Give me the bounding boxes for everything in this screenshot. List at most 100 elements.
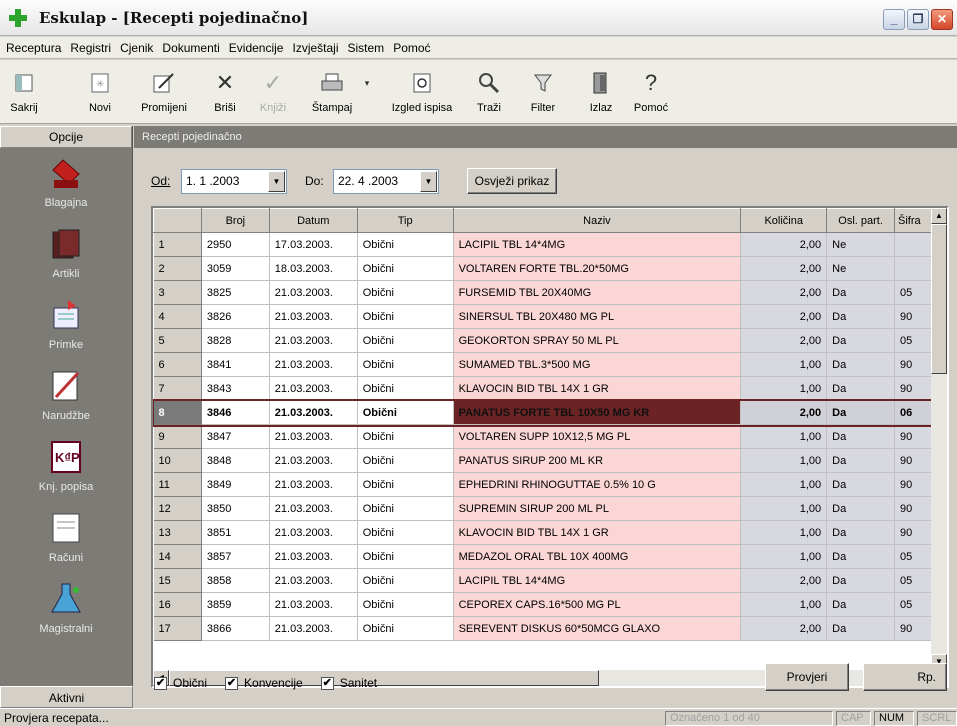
row-number[interactable]: 13 bbox=[153, 520, 202, 545]
osl-part-cell[interactable]: Da bbox=[826, 304, 895, 329]
tip-cell[interactable]: Obični bbox=[357, 592, 454, 617]
header-tip[interactable]: Tip bbox=[356, 208, 454, 233]
sifra-cell[interactable]: 90 bbox=[894, 496, 933, 521]
row-number[interactable]: 1 bbox=[153, 232, 202, 257]
broj-cell[interactable]: 3828 bbox=[201, 328, 270, 353]
datum-cell[interactable]: 18.03.2003. bbox=[269, 256, 358, 281]
menu-evidencije[interactable]: Evidencije bbox=[229, 41, 284, 55]
table-row[interactable]: 14 3857 21.03.2003. Obični MEDAZOL ORAL TBL … bbox=[153, 544, 933, 569]
sifra-cell[interactable]: 05 bbox=[894, 280, 933, 305]
sifra-cell[interactable]: 90 bbox=[894, 376, 933, 401]
table-row[interactable]: 6 3841 21.03.2003. Obični SUMAMED TBL.3*500 … bbox=[153, 352, 933, 377]
trazi-button[interactable]: Traži bbox=[466, 68, 512, 120]
row-number[interactable]: 5 bbox=[153, 328, 202, 353]
osl-part-cell[interactable]: Da bbox=[826, 496, 895, 521]
naziv-cell[interactable]: SUPREMIN SIRUP 200 ML PL bbox=[453, 496, 742, 521]
naziv-cell[interactable]: SINERSUL TBL 20X480 MG PL bbox=[453, 304, 742, 329]
broj-cell[interactable]: 3059 bbox=[201, 256, 270, 281]
header-osl-part[interactable]: Osl. part. bbox=[826, 208, 895, 233]
sifra-cell[interactable]: 90 bbox=[894, 472, 933, 497]
kolicina-cell[interactable]: 1,00 bbox=[740, 544, 828, 569]
sifra-cell[interactable]: 05 bbox=[894, 544, 933, 569]
naziv-cell[interactable]: FURSEMID TBL 20X40MG bbox=[453, 280, 742, 305]
broj-cell[interactable]: 3825 bbox=[201, 280, 270, 305]
izlaz-button[interactable]: Izlaz bbox=[578, 68, 624, 120]
osl-part-cell[interactable]: Da bbox=[826, 568, 895, 593]
sanitet-checkbox[interactable]: ✔ bbox=[320, 676, 334, 690]
broj-cell[interactable]: 3847 bbox=[201, 424, 270, 449]
table-row[interactable]: 13 3851 21.03.2003. Obični KLAVOCIN BID TBL … bbox=[153, 520, 933, 545]
sifra-cell[interactable] bbox=[894, 256, 933, 281]
datum-cell[interactable]: 21.03.2003. bbox=[269, 400, 358, 425]
sidebar-item-knj-popisa[interactable]: K₫P Knj. popisa bbox=[0, 432, 132, 503]
kolicina-cell[interactable]: 1,00 bbox=[740, 448, 828, 473]
row-number[interactable]: 10 bbox=[153, 448, 202, 473]
sifra-cell[interactable]: 05 bbox=[894, 592, 933, 617]
vertical-scroll-thumb[interactable] bbox=[931, 224, 947, 374]
sidebar-item-artikli[interactable]: Artikli bbox=[0, 219, 132, 290]
osl-part-cell[interactable]: Da bbox=[826, 376, 895, 401]
tip-cell[interactable]: Obični bbox=[357, 544, 454, 569]
refresh-button[interactable]: Osvježi prikaz bbox=[467, 168, 557, 194]
kolicina-cell[interactable]: 1,00 bbox=[740, 424, 828, 449]
naziv-cell[interactable]: LACIPIL TBL 14*4MG bbox=[453, 568, 742, 593]
broj-cell[interactable]: 3849 bbox=[201, 472, 270, 497]
table-row[interactable]: 12 3850 21.03.2003. Obični SUPREMIN SIRUP 20… bbox=[153, 496, 933, 521]
tip-cell[interactable]: Obični bbox=[357, 424, 454, 449]
stampaj-button[interactable]: Štampaj bbox=[302, 68, 362, 120]
header-broj[interactable]: Broj bbox=[200, 208, 270, 233]
tip-cell[interactable]: Obični bbox=[357, 400, 454, 425]
datum-cell[interactable]: 21.03.2003. bbox=[269, 376, 358, 401]
broj-cell[interactable]: 3826 bbox=[201, 304, 270, 329]
od-dropdown-icon[interactable]: ▼ bbox=[268, 170, 285, 192]
osl-part-cell[interactable]: Da bbox=[826, 448, 895, 473]
maximize-button[interactable]: ❐ bbox=[907, 9, 929, 30]
kolicina-cell[interactable]: 1,00 bbox=[740, 472, 828, 497]
kolicina-cell[interactable]: 1,00 bbox=[740, 376, 828, 401]
filter-button[interactable]: Filter bbox=[518, 68, 568, 120]
row-number[interactable]: 8 bbox=[153, 400, 202, 425]
datum-cell[interactable]: 21.03.2003. bbox=[269, 352, 358, 377]
header-sifra[interactable]: Šifra bbox=[894, 208, 933, 233]
tip-cell[interactable]: Obični bbox=[357, 616, 454, 641]
promijeni-button[interactable]: Promijeni bbox=[136, 68, 192, 120]
close-button[interactable]: ✕ bbox=[931, 9, 953, 30]
sifra-cell[interactable]: 90 bbox=[894, 616, 933, 641]
minimize-button[interactable]: _ bbox=[883, 9, 905, 30]
tip-cell[interactable]: Obični bbox=[357, 328, 454, 353]
sifra-cell[interactable]: 90 bbox=[894, 424, 933, 449]
row-number[interactable]: 9 bbox=[153, 424, 202, 449]
osl-part-cell[interactable]: Da bbox=[826, 520, 895, 545]
konvencije-label[interactable]: Konvencije bbox=[244, 676, 303, 690]
osl-part-cell[interactable]: Da bbox=[826, 352, 895, 377]
row-number[interactable]: 4 bbox=[153, 304, 202, 329]
table-row[interactable]: 9 3847 21.03.2003. Obični VOLTAREN SUPP 10X1… bbox=[153, 424, 933, 449]
row-number[interactable]: 17 bbox=[153, 616, 202, 641]
od-date-picker[interactable]: 1. 1 .2003 ▼ bbox=[181, 168, 287, 194]
table-row[interactable]: 11 3849 21.03.2003. Obični EPHEDRINI RHINOGU… bbox=[153, 472, 933, 497]
tip-cell[interactable]: Obični bbox=[357, 520, 454, 545]
sifra-cell[interactable]: 05 bbox=[894, 568, 933, 593]
osl-part-cell[interactable]: Ne bbox=[826, 232, 895, 257]
menu-izvjestaji[interactable]: Izvještaji bbox=[292, 41, 338, 55]
naziv-cell[interactable]: GEOKORTON SPRAY 50 ML PL bbox=[453, 328, 742, 353]
kolicina-cell[interactable]: 2,00 bbox=[740, 568, 828, 593]
broj-cell[interactable]: 3859 bbox=[201, 592, 270, 617]
brisi-button[interactable]: ✕ Briši bbox=[200, 68, 250, 120]
datum-cell[interactable]: 21.03.2003. bbox=[269, 328, 358, 353]
osl-part-cell[interactable]: Ne bbox=[826, 256, 895, 281]
datum-cell[interactable]: 21.03.2003. bbox=[269, 304, 358, 329]
naziv-cell[interactable]: CEPOREX CAPS.16*500 MG PL bbox=[453, 592, 742, 617]
scroll-up-icon[interactable]: ▲ bbox=[931, 208, 947, 224]
rp-button[interactable]: Rp. bbox=[863, 663, 947, 691]
row-number[interactable]: 15 bbox=[153, 568, 202, 593]
do-dropdown-icon[interactable]: ▼ bbox=[420, 170, 437, 192]
datum-cell[interactable]: 21.03.2003. bbox=[269, 592, 358, 617]
kolicina-cell[interactable]: 1,00 bbox=[740, 496, 828, 521]
table-row[interactable]: 5 3828 21.03.2003. Obični GEOKORTON SPRAY 50… bbox=[153, 328, 933, 353]
sidebar-item-racuni[interactable]: Računi bbox=[0, 503, 132, 574]
table-row[interactable]: 7 3843 21.03.2003. Obični KLAVOCIN BID TBL 1… bbox=[153, 376, 933, 401]
naziv-cell[interactable]: SUMAMED TBL.3*500 MG bbox=[453, 352, 742, 377]
row-number[interactable]: 14 bbox=[153, 544, 202, 569]
menu-dokumenti[interactable]: Dokumenti bbox=[162, 41, 219, 55]
